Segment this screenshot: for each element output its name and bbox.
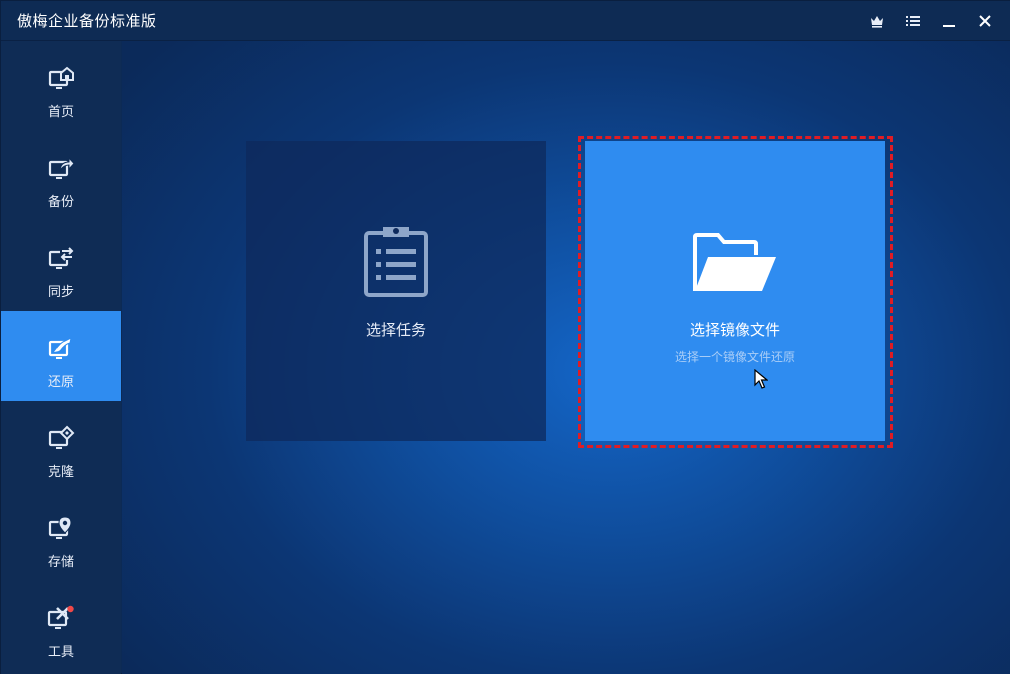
close-button[interactable] xyxy=(967,1,1003,41)
restore-monitor-icon xyxy=(47,333,75,365)
clone-monitor-icon xyxy=(47,423,75,455)
upgrade-button[interactable] xyxy=(859,1,895,41)
select-task-title: 选择任务 xyxy=(365,321,426,339)
minimize-icon xyxy=(943,25,955,27)
sidebar-item-sync[interactable]: 同步 xyxy=(1,221,121,311)
main-content: 选择任务 选择镜像文件 选择一个镜像文件还原 xyxy=(122,41,1010,674)
sidebar-item-tools[interactable]: 工具 xyxy=(1,581,121,671)
sidebar-item-label: 克隆 xyxy=(47,465,74,480)
clipboard-icon xyxy=(363,223,429,303)
close-icon xyxy=(979,15,991,27)
sync-monitor-icon xyxy=(47,243,75,275)
menu-icon xyxy=(906,16,920,26)
sidebar-item-backup[interactable]: 备份 xyxy=(1,131,121,221)
sidebar-item-label: 首页 xyxy=(47,105,74,120)
storage-monitor-icon xyxy=(47,513,75,545)
window-controls xyxy=(859,1,1003,41)
sidebar-item-label: 还原 xyxy=(47,375,74,390)
minimize-button[interactable] xyxy=(931,1,967,41)
select-image-card[interactable]: 选择镜像文件 选择一个镜像文件还原 xyxy=(585,141,885,441)
folder-open-icon xyxy=(692,233,778,297)
home-monitor-icon xyxy=(47,63,75,95)
sidebar-item-label: 同步 xyxy=(47,285,74,300)
sidebar-item-home[interactable]: 首页 xyxy=(1,41,121,131)
select-image-title: 选择镜像文件 xyxy=(689,321,780,339)
title-bar: 傲梅企业备份标准版 xyxy=(1,1,1010,41)
select-image-subtitle: 选择一个镜像文件还原 xyxy=(674,350,795,364)
sidebar-item-label: 工具 xyxy=(47,645,74,660)
select-task-card[interactable]: 选择任务 xyxy=(246,141,546,441)
backup-monitor-icon xyxy=(47,153,75,185)
app-window: 傲梅企业备份标准版 首页 备份 同步 还原 克隆 存储 工具 选择任务 选择镜像… xyxy=(0,0,1010,674)
sidebar: 首页 备份 同步 还原 克隆 存储 工具 xyxy=(1,41,121,674)
crown-icon xyxy=(871,15,883,28)
tools-monitor-icon xyxy=(46,603,76,635)
sidebar-item-label: 备份 xyxy=(47,195,74,210)
sidebar-item-clone[interactable]: 克隆 xyxy=(1,401,121,491)
notification-badge xyxy=(67,605,74,613)
mouse-cursor-icon xyxy=(754,368,769,393)
menu-button[interactable] xyxy=(895,1,931,41)
sidebar-item-storage[interactable]: 存储 xyxy=(1,491,121,581)
app-title: 傲梅企业备份标准版 xyxy=(17,12,157,30)
sidebar-item-label: 存储 xyxy=(47,555,74,570)
sidebar-item-restore[interactable]: 还原 xyxy=(1,311,121,401)
